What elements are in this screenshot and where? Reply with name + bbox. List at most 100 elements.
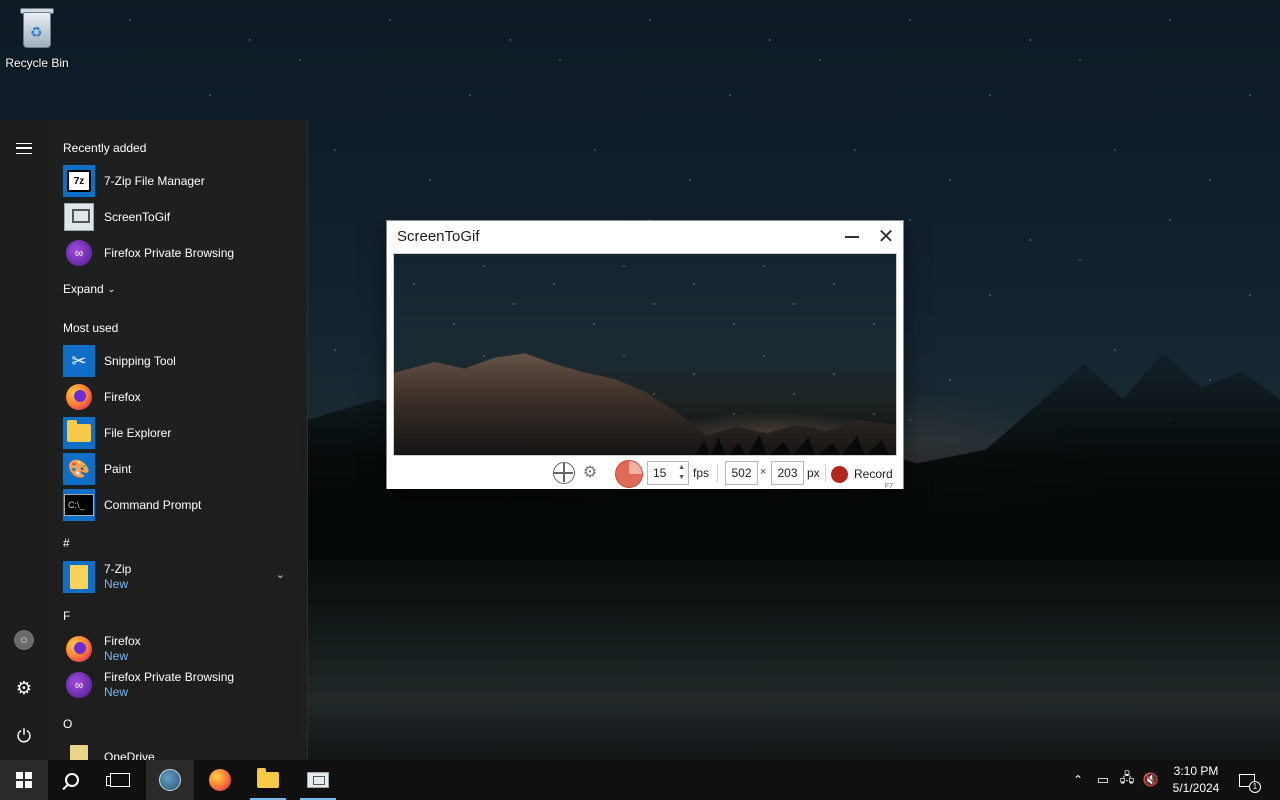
app-item-paint[interactable]: 🎨 Paint: [63, 452, 303, 486]
group-letter-hash[interactable]: #: [63, 536, 70, 550]
taskbar-clock[interactable]: 3:10 PM 5/1/2024: [1162, 763, 1230, 797]
gear-icon: ⚙: [15, 677, 33, 698]
minimize-button[interactable]: [835, 221, 869, 253]
section-header-most-used: Most used: [63, 321, 119, 335]
record-dot-icon: [831, 465, 848, 483]
chevron-down-icon[interactable]: ⌄: [276, 568, 285, 581]
power-button[interactable]: ⏻: [0, 716, 48, 756]
user-account-button[interactable]: ☺: [0, 620, 48, 660]
snipping-tool-icon: ✂: [63, 345, 95, 377]
expand-label: Expand: [63, 282, 104, 296]
hamburger-menu-icon: [16, 142, 32, 154]
task-view-icon: [106, 773, 130, 787]
command-prompt-icon: C:\_: [63, 489, 95, 521]
task-view-button[interactable]: [96, 760, 144, 800]
fps-input[interactable]: 15 ▲ ▼: [647, 461, 689, 485]
file-explorer-icon: [257, 768, 279, 788]
height-input[interactable]: 203: [771, 461, 804, 485]
app-item-onedrive[interactable]: OneDrive: [63, 740, 303, 760]
app-name: Firefox Private Browsing: [104, 670, 235, 684]
app-name: Firefox Private Browsing: [104, 245, 235, 260]
network-icon: 🖧: [1119, 770, 1135, 785]
app-item-snipping-tool[interactable]: ✂ Snipping Tool: [63, 344, 303, 378]
file-explorer-icon: [63, 417, 95, 449]
show-hidden-icons-button[interactable]: ⌃: [1068, 760, 1088, 800]
app-name: Snipping Tool: [104, 353, 176, 368]
7zip-icon: 7z: [63, 165, 95, 197]
app-name: Paint: [104, 461, 132, 476]
record-button[interactable]: Record F7: [831, 460, 899, 490]
folder-icon: [63, 561, 95, 593]
recycle-bin-icon: ♻: [16, 6, 58, 50]
screentogif-titlebar[interactable]: ScreenToGif ✕: [387, 221, 903, 253]
tray-network-icon[interactable]: 🖧: [1116, 760, 1138, 800]
frequency-mode-button[interactable]: [615, 460, 643, 488]
hamburger-menu-button[interactable]: [0, 128, 48, 168]
start-app-list: Recently added 7z 7-Zip File Manager Scr…: [48, 120, 307, 760]
windows-logo-icon: [16, 772, 32, 788]
tray-display-icon[interactable]: ▭: [1092, 760, 1114, 800]
app-new-badge: New: [104, 577, 129, 591]
toolbar-divider: [717, 464, 718, 482]
crosshair-icon[interactable]: [553, 462, 575, 484]
search-icon: [65, 773, 79, 787]
app-item-7zip-file-manager[interactable]: 7z 7-Zip File Manager: [63, 164, 303, 198]
group-letter-o[interactable]: O: [63, 717, 72, 731]
app-name: 7-Zip: [104, 562, 132, 576]
desktop-icon-recycle-bin[interactable]: ♻ Recycle Bin: [4, 6, 70, 70]
taskbar-app-file-explorer[interactable]: [244, 760, 292, 800]
fps-label: fps: [693, 466, 710, 480]
user-account-icon: ☺: [14, 630, 34, 650]
desktop-icon-label: Recycle Bin: [5, 56, 69, 70]
app-item-command-prompt[interactable]: C:\_ Command Prompt: [63, 488, 303, 522]
app-item-firefox[interactable]: Firefox: [63, 380, 303, 414]
app-item-firefox-private-browsing[interactable]: ∞ Firefox Private Browsing: [63, 236, 303, 270]
options-gears-icon[interactable]: ⚙: [579, 461, 601, 483]
firefox-private-icon: ∞: [63, 669, 95, 701]
app-name: File Explorer: [104, 425, 172, 440]
start-menu: ☺ ⚙ ⏻ Recently added 7z 7-Zip File Manag…: [0, 120, 308, 760]
app-item-screentogif[interactable]: ScreenToGif: [63, 200, 303, 234]
action-center-button[interactable]: 1: [1232, 760, 1262, 800]
taskbar-app-screentogif[interactable]: [294, 760, 342, 800]
screentogif-icon: [307, 772, 329, 788]
taskbar-app-screentogif-recorder[interactable]: [146, 760, 194, 800]
start-button[interactable]: [0, 760, 48, 800]
firefox-icon: [63, 633, 95, 665]
taskbar: ⌃ ▭ 🖧 🔇 3:10 PM 5/1/2024 1: [0, 760, 1280, 800]
tray-volume-icon[interactable]: 🔇: [1140, 760, 1162, 800]
firefox-icon: [209, 769, 231, 791]
app-name: ScreenToGif: [104, 209, 171, 224]
power-icon: ⏻: [16, 725, 32, 746]
firefox-icon: [63, 381, 95, 413]
app-item-firefox-new[interactable]: Firefox New: [63, 632, 303, 666]
app-name: Command Prompt: [104, 497, 202, 512]
search-button[interactable]: [48, 760, 96, 800]
app-name: OneDrive: [104, 749, 155, 761]
screentogif-recorder-icon: [159, 769, 181, 791]
group-letter-f[interactable]: F: [63, 609, 70, 623]
width-input[interactable]: 502: [725, 461, 758, 485]
clock-date: 5/1/2024: [1172, 781, 1220, 795]
taskbar-app-firefox[interactable]: [196, 760, 244, 800]
expand-button[interactable]: Expand ⌄: [63, 282, 115, 296]
px-label: px: [807, 466, 820, 480]
fps-stepper[interactable]: ▲ ▼: [678, 463, 685, 483]
app-item-file-explorer[interactable]: File Explorer: [63, 416, 303, 450]
app-item-firefox-private-browsing-new[interactable]: ∞ Firefox Private Browsing New: [63, 668, 303, 702]
record-label: Record: [854, 467, 893, 481]
window-title: ScreenToGif: [397, 228, 480, 245]
app-item-7zip-folder[interactable]: 7-Zip New ⌄: [63, 560, 303, 594]
wallpaper-lake: [300, 560, 1280, 760]
toolbar-divider: [825, 464, 826, 482]
paint-icon: 🎨: [63, 453, 95, 485]
close-button[interactable]: ✕: [869, 221, 903, 253]
onedrive-icon: [63, 741, 95, 760]
close-icon: ✕: [877, 226, 895, 248]
settings-button[interactable]: ⚙: [0, 668, 48, 708]
dimension-separator: ×: [760, 466, 767, 478]
capture-area[interactable]: [393, 253, 897, 456]
monitor-icon: ▭: [1096, 772, 1110, 787]
screentogif-window: ScreenToGif ✕ ⚙ 15 ▲ ▼ fps 502 × 203 px R…: [386, 220, 904, 490]
app-name: Firefox: [104, 634, 141, 648]
